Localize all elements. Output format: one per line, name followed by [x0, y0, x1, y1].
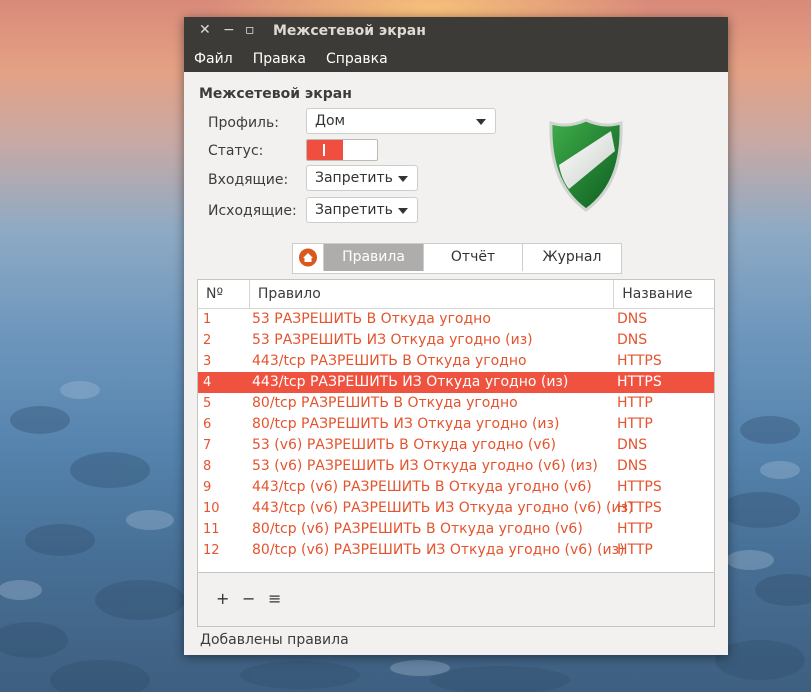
- rule-name: HTTP: [617, 416, 653, 432]
- table-row[interactable]: 2 53 РАЗРЕШИТЬ ИЗ Откуда угодно (из) DNS: [198, 330, 714, 351]
- rule-name: DNS: [617, 458, 648, 474]
- rule-name: DNS: [617, 332, 648, 348]
- edit-rule-button[interactable]: ≡: [268, 589, 281, 608]
- rule-number: 8: [203, 459, 212, 474]
- rule-text: 443/tcp (v6) РАЗРЕШИТЬ ИЗ Откуда угодно …: [252, 500, 634, 516]
- tab-home[interactable]: [293, 244, 323, 271]
- rule-number: 1: [203, 312, 212, 327]
- table-row[interactable]: 4 443/tcp РАЗРЕШИТЬ ИЗ Откуда угодно (из)…: [198, 372, 714, 393]
- tab-bar: Правила Отчёт Журнал: [292, 243, 622, 274]
- rule-name: HTTP: [617, 395, 653, 411]
- table-row[interactable]: 8 53 (v6) РАЗРЕШИТЬ ИЗ Откуда угодно (v6)…: [198, 456, 714, 477]
- status-toggle[interactable]: [306, 139, 378, 161]
- rule-name: HTTP: [617, 521, 653, 537]
- rule-text: 443/tcp РАЗРЕШИТЬ ИЗ Откуда угодно (из): [252, 374, 569, 390]
- outgoing-label: Исходящие:: [208, 203, 297, 219]
- column-header-num[interactable]: Nº: [198, 280, 250, 308]
- rule-text: 80/tcp РАЗРЕШИТЬ ИЗ Откуда угодно (из): [252, 416, 560, 432]
- rule-number: 4: [203, 375, 212, 390]
- rule-name: HTTPS: [617, 479, 662, 495]
- rules-toolbar: + − ≡: [197, 573, 715, 627]
- section-title: Межсетевой экран: [199, 86, 352, 102]
- menu-bar: Файл Правка Справка: [184, 45, 728, 72]
- rule-name: HTTP: [617, 542, 653, 558]
- outgoing-combobox[interactable]: Запретить: [306, 197, 418, 223]
- table-row[interactable]: 9 443/tcp (v6) РАЗРЕШИТЬ В Откуда угодно …: [198, 477, 714, 498]
- table-row[interactable]: 10 443/tcp (v6) РАЗРЕШИТЬ ИЗ Откуда угодн…: [198, 498, 714, 519]
- toggle-on-mark: [323, 144, 325, 156]
- close-button[interactable]: ✕: [199, 22, 211, 38]
- toggle-on-fill: [307, 140, 343, 160]
- chevron-down-icon: [398, 208, 408, 214]
- rule-number: 12: [203, 543, 220, 558]
- rule-name: DNS: [617, 437, 648, 453]
- maximize-button[interactable]: ▫: [245, 22, 255, 38]
- status-bar-text: Добавлены правила: [200, 632, 349, 648]
- rule-name: HTTPS: [617, 374, 662, 390]
- table-row[interactable]: 12 80/tcp (v6) РАЗРЕШИТЬ ИЗ Откуда угодно…: [198, 540, 714, 561]
- rule-number: 10: [203, 501, 220, 516]
- rule-text: 80/tcp (v6) РАЗРЕШИТЬ ИЗ Откуда угодно (…: [252, 542, 625, 558]
- column-header-name[interactable]: Название: [614, 280, 714, 308]
- firewall-window: ✕ − ▫ Межсетевой экран Файл Правка Справ…: [184, 17, 728, 655]
- incoming-value: Запретить: [315, 170, 393, 186]
- menu-file[interactable]: Файл: [194, 51, 233, 67]
- incoming-combobox[interactable]: Запретить: [306, 165, 418, 191]
- table-row[interactable]: 5 80/tcp РАЗРЕШИТЬ В Откуда угодно HTTP: [198, 393, 714, 414]
- rules-table: Nº Правило Название 1 53 РАЗРЕШИТЬ В Отку…: [197, 279, 715, 573]
- rule-number: 11: [203, 522, 220, 537]
- tab-log[interactable]: Журнал: [522, 244, 621, 271]
- rule-text: 443/tcp РАЗРЕШИТЬ В Откуда угодно: [252, 353, 527, 369]
- rule-text: 80/tcp (v6) РАЗРЕШИТЬ В Откуда угодно (v…: [252, 521, 583, 537]
- rule-text: 53 РАЗРЕШИТЬ В Откуда угодно: [252, 311, 491, 327]
- home-icon: [299, 248, 317, 267]
- table-row[interactable]: 11 80/tcp (v6) РАЗРЕШИТЬ В Откуда угодно …: [198, 519, 714, 540]
- profile-value: Дом: [315, 113, 346, 129]
- rule-text: 53 (v6) РАЗРЕШИТЬ ИЗ Откуда угодно (v6) …: [252, 458, 598, 474]
- rule-number: 5: [203, 396, 212, 411]
- rule-text: 443/tcp (v6) РАЗРЕШИТЬ В Откуда угодно (…: [252, 479, 592, 495]
- table-row[interactable]: 3 443/tcp РАЗРЕШИТЬ В Откуда угодно HTTPS: [198, 351, 714, 372]
- rule-number: 6: [203, 417, 212, 432]
- rule-name: DNS: [617, 311, 648, 327]
- rule-text: 53 (v6) РАЗРЕШИТЬ В Откуда угодно (v6): [252, 437, 557, 453]
- tab-report[interactable]: Отчёт: [423, 244, 522, 271]
- column-header-rule[interactable]: Правило: [250, 280, 615, 308]
- rule-text: 80/tcp РАЗРЕШИТЬ В Откуда угодно: [252, 395, 518, 411]
- rule-name: HTTPS: [617, 353, 662, 369]
- rule-number: 2: [203, 333, 212, 348]
- profile-combobox[interactable]: Дом: [306, 108, 496, 134]
- menu-edit[interactable]: Правка: [253, 51, 306, 67]
- title-bar: ✕ − ▫ Межсетевой экран: [184, 17, 728, 45]
- rule-text: 53 РАЗРЕШИТЬ ИЗ Откуда угодно (из): [252, 332, 533, 348]
- profile-label: Профиль:: [208, 115, 279, 131]
- rule-number: 9: [203, 480, 212, 495]
- chevron-down-icon: [398, 176, 408, 182]
- table-row[interactable]: 6 80/tcp РАЗРЕШИТЬ ИЗ Откуда угодно (из) H…: [198, 414, 714, 435]
- table-header: Nº Правило Название: [198, 280, 714, 309]
- add-rule-button[interactable]: +: [216, 589, 229, 608]
- rule-name: HTTPS: [617, 500, 662, 516]
- status-label: Статус:: [208, 143, 264, 159]
- tab-rules[interactable]: Правила: [323, 244, 423, 271]
- shield-icon: [549, 118, 623, 212]
- window-title: Межсетевой экран: [273, 23, 426, 39]
- remove-rule-button[interactable]: −: [242, 589, 255, 608]
- chevron-down-icon: [476, 119, 486, 125]
- minimize-button[interactable]: −: [223, 22, 235, 38]
- table-row[interactable]: 1 53 РАЗРЕШИТЬ В Откуда угодно DNS: [198, 309, 714, 330]
- outgoing-value: Запретить: [315, 202, 393, 218]
- table-body: 1 53 РАЗРЕШИТЬ В Откуда угодно DNS 2 53 РАЗР…: [198, 309, 714, 561]
- rule-number: 3: [203, 354, 212, 369]
- menu-help[interactable]: Справка: [326, 51, 388, 67]
- rule-number: 7: [203, 438, 212, 453]
- incoming-label: Входящие:: [208, 172, 289, 188]
- table-row[interactable]: 7 53 (v6) РАЗРЕШИТЬ В Откуда угодно (v6) D…: [198, 435, 714, 456]
